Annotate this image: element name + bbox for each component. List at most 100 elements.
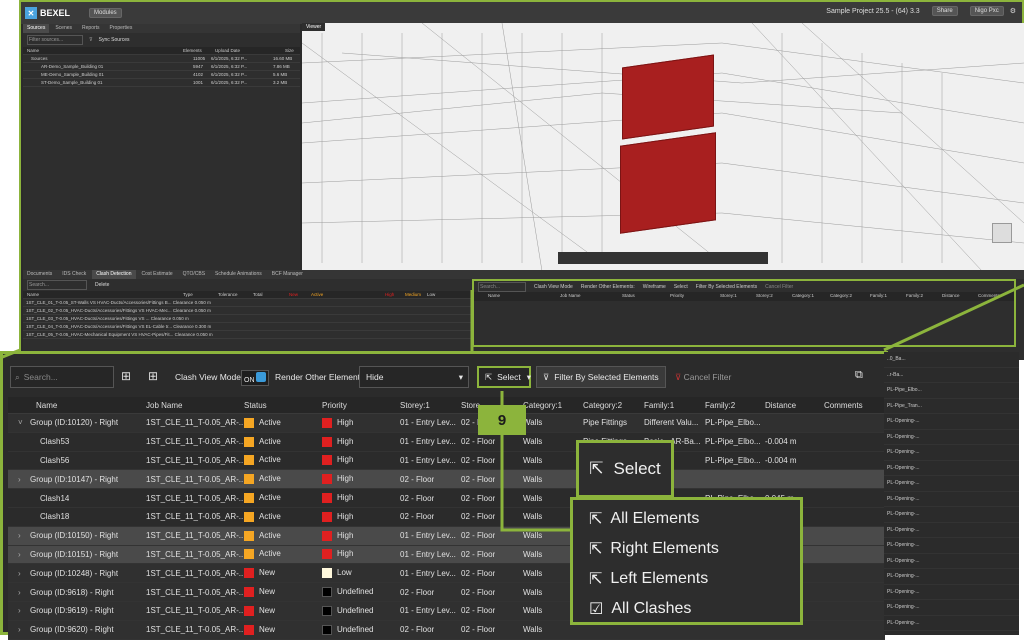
expand-chevron-icon[interactable]: › <box>18 588 21 597</box>
col-name[interactable]: Name <box>27 48 39 53</box>
mini-col[interactable]: Status <box>622 293 635 298</box>
mini-col[interactable]: Category:1 <box>792 293 814 298</box>
filter-sources-input[interactable]: Filter sources... <box>27 35 83 45</box>
clash-view-toggle[interactable]: ON <box>241 370 270 386</box>
mini-filter-button[interactable]: Filter By Selected Elements <box>696 284 757 290</box>
table-row[interactable]: Group (ID:10120) - Right 1ST_CLE_11_T-0.0… <box>8 414 885 433</box>
col-low[interactable]: Low <box>427 292 435 297</box>
tab-qto[interactable]: QTO/CBS <box>179 270 209 279</box>
col-job-name[interactable]: Job Name <box>146 401 182 410</box>
clash-test-row[interactable]: 1ST_CLE_03_T-0.05_HVAC-Ducts/Accessories… <box>23 315 471 323</box>
col-storey1[interactable]: Storey:1 <box>400 401 430 410</box>
table-row[interactable]: Clash56 1ST_CLE_11_T-0.05_AR-... Active Hig… <box>8 452 885 471</box>
add-group-icon[interactable]: ⊞ <box>148 369 164 385</box>
mini-col[interactable]: Storey:1 <box>720 293 737 298</box>
clash-test-row[interactable]: 1ST_CLE_01_T-0.05_ST-Walls VS HVAC-Ducts… <box>23 299 471 307</box>
col-name[interactable]: Name <box>27 292 39 297</box>
col-name[interactable]: Name <box>36 401 57 410</box>
expand-all-icon[interactable]: ⊞ <box>121 369 137 385</box>
col-new[interactable]: New <box>289 292 298 297</box>
tab-bcf[interactable]: BCF Manager <box>268 270 307 279</box>
source-row[interactable]: ST-Demo_Sample_Building 01 1001 6/1/2025… <box>23 79 300 87</box>
view-cube-icon[interactable] <box>992 223 1012 243</box>
col-medium[interactable]: Medium <box>405 292 421 297</box>
tab-scenes[interactable]: Scenes <box>51 24 76 33</box>
col-distance[interactable]: Distance <box>765 401 796 410</box>
expand-chevron-icon[interactable]: ˅ <box>18 418 23 427</box>
clash-test-row[interactable]: 1ST_CLE_02_T-0.05_HVAC-Ducts/Accessories… <box>23 307 471 315</box>
menu-item-left-elements[interactable]: ⇱ Left Elements <box>589 569 708 589</box>
tab-reports[interactable]: Reports <box>78 24 104 33</box>
mini-col[interactable]: Comments <box>978 293 1000 298</box>
col-total[interactable]: Total <box>253 292 263 297</box>
share-button[interactable]: Share <box>931 6 958 16</box>
cancel-filter-button[interactable]: ⊽ Cancel Filter <box>675 372 731 383</box>
col-type[interactable]: Type <box>183 292 193 297</box>
col-category2[interactable]: Category:2 <box>583 401 622 410</box>
mini-col[interactable]: Family:2 <box>906 293 923 298</box>
expand-chevron-icon[interactable]: › <box>18 569 21 578</box>
mini-render-select[interactable]: Wireframe <box>643 284 666 290</box>
clash-test-row[interactable]: 1ST_CLE_04_T-0.05_HVAC-Ducts/Accessories… <box>23 323 471 331</box>
table-row[interactable]: Clash53 1ST_CLE_11_T-0.05_AR-... Active Hig… <box>8 433 885 452</box>
col-active[interactable]: Active <box>311 292 323 297</box>
gear-icon[interactable]: ⚙ <box>1010 7 1016 15</box>
expand-chevron-icon[interactable]: › <box>18 475 21 484</box>
col-high[interactable]: High <box>385 292 394 297</box>
expand-chevron-icon[interactable]: › <box>18 550 21 559</box>
expand-chevron-icon[interactable]: › <box>18 606 21 615</box>
filter-selected-button[interactable]: ⊽ Filter By Selected Elements <box>536 366 666 388</box>
tab-documents[interactable]: Documents <box>23 270 56 279</box>
clash-test-row[interactable]: 1ST_CLE_05_T-0.05_HVAC-Mechanical Equipm… <box>23 331 471 339</box>
3d-viewer[interactable]: Viewer <box>302 23 1024 271</box>
select-button[interactable]: ⇱ Select ▾ <box>477 366 531 388</box>
col-elements[interactable]: Elements <box>183 48 202 53</box>
table-row[interactable]: Group (ID:10147) - Right 1ST_CLE_11_T-0.0… <box>8 470 885 490</box>
search-input[interactable]: ⌕ Search... <box>10 366 114 388</box>
mini-col[interactable]: Name <box>488 293 500 298</box>
tab-properties[interactable]: Properties <box>106 24 137 33</box>
sync-sources-button[interactable]: Sync Sources <box>99 37 130 43</box>
render-other-select[interactable]: Hide ▾ <box>359 366 469 388</box>
mini-col[interactable]: Distance <box>942 293 960 298</box>
menu-item-right-elements[interactable]: ⇱ Right Elements <box>589 539 719 559</box>
menu-item-all-clashes[interactable]: ☑ All Clashes <box>589 599 691 619</box>
col-family2[interactable]: Family:2 <box>705 401 735 410</box>
user-button[interactable]: Nigo Pxc <box>969 6 1004 16</box>
clash-wall-upper[interactable] <box>622 54 714 140</box>
mini-col[interactable]: Storey:2 <box>756 293 773 298</box>
col-priority[interactable]: Priority <box>322 401 347 410</box>
mini-col[interactable]: Job Name <box>560 293 581 298</box>
col-date[interactable]: Upload Date <box>215 48 240 53</box>
dropdown-select-button[interactable]: ⇱ Select <box>576 440 674 498</box>
col-comments[interactable]: Comments <box>824 401 863 410</box>
delete-button[interactable]: Delete <box>95 282 109 288</box>
clash-wall-lower[interactable] <box>620 132 716 234</box>
tab-sources[interactable]: Sources <box>23 24 50 33</box>
mini-results-search[interactable]: Search... <box>478 281 526 292</box>
col-tolerance[interactable]: Tolerance <box>218 292 238 297</box>
mini-clash-view-mode[interactable]: Clash View Mode <box>534 284 573 290</box>
source-row[interactable]: Sources 11005 6/1/2025, 6:32 P... 16.60 … <box>23 55 300 63</box>
mini-col[interactable]: Priority <box>670 293 684 298</box>
tab-clash-detection[interactable]: Clash Detection <box>92 270 136 279</box>
mini-col[interactable]: Family:1 <box>870 293 887 298</box>
expand-chevron-icon[interactable]: › <box>18 531 21 540</box>
viewer-toolbar[interactable] <box>558 252 768 264</box>
tab-cost-estimate[interactable]: Cost Estimate <box>138 270 177 279</box>
mini-cancel-filter[interactable]: Cancel Filter <box>765 284 793 290</box>
col-family1[interactable]: Family:1 <box>644 401 674 410</box>
mini-search-input[interactable]: Search... <box>27 280 87 290</box>
mini-select-button[interactable]: Select <box>674 284 688 290</box>
mini-col[interactable]: Category:2 <box>830 293 852 298</box>
tab-ids-check[interactable]: IDS Check <box>58 270 90 279</box>
export-icon[interactable]: ⧉ <box>855 369 863 382</box>
col-category1[interactable]: Category:1 <box>523 401 562 410</box>
source-row[interactable]: ME-Demo_Sample_Building 01 4102 6/1/2025… <box>23 71 300 79</box>
tab-schedule[interactable]: Schedule Animations <box>211 270 266 279</box>
menu-item-all-elements[interactable]: ⇱ All Elements <box>589 509 699 529</box>
expand-chevron-icon[interactable]: › <box>18 625 21 634</box>
col-status[interactable]: Status <box>244 401 267 410</box>
col-size[interactable]: Size <box>285 48 294 53</box>
source-row[interactable]: AR-Demo_Sample_Building 01 5947 6/1/2025… <box>23 63 300 71</box>
